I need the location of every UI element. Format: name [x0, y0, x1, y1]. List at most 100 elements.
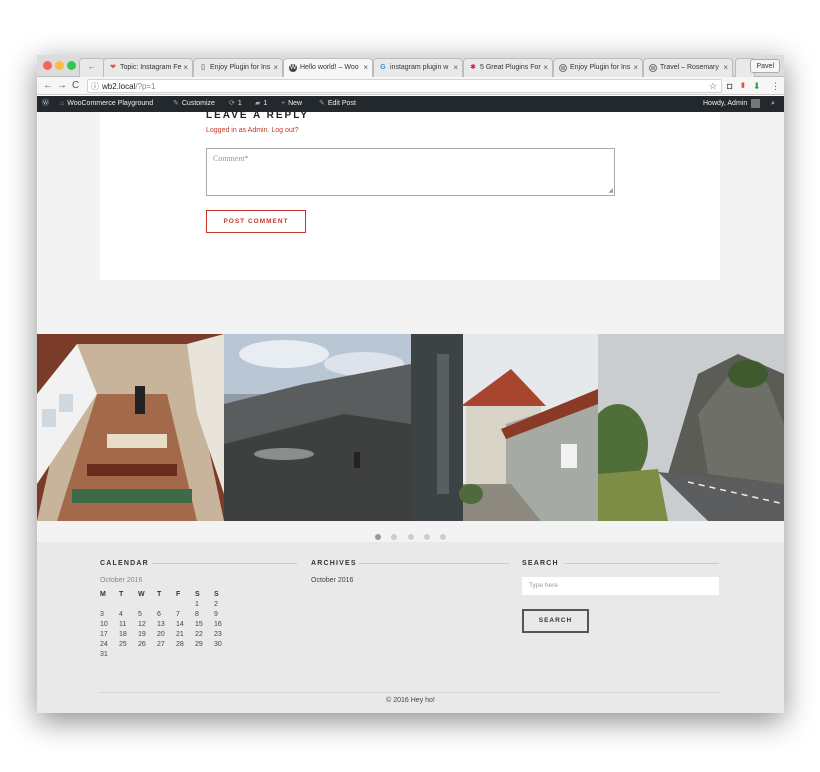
howdy-label: Howdy, Admin — [703, 100, 748, 107]
footer-divider — [100, 692, 720, 693]
tab-enjoy-plugin[interactable]: ▯ Enjoy Plugin for Ins × — [193, 58, 283, 77]
calendar-day: 23 — [214, 631, 222, 638]
tab-enjoy-plugin-2[interactable]: W Enjoy Plugin for Ins × — [553, 58, 643, 77]
gallery-photo[interactable] — [224, 334, 411, 521]
calendar-day: 29 — [195, 641, 203, 648]
weekday: S — [195, 591, 200, 598]
gallery-photo[interactable] — [598, 334, 784, 521]
calendar-day: 13 — [157, 621, 165, 628]
calendar-day: 2 — [214, 601, 218, 608]
comment-icon: ▰ — [255, 100, 261, 107]
calendar-day: 26 — [138, 641, 146, 648]
weekday: S — [214, 591, 219, 598]
resize-handle-icon[interactable]: ◢ — [608, 187, 613, 194]
tab-label: Topic: Instagram Fe — [120, 64, 182, 71]
gallery-dot[interactable] — [391, 534, 398, 540]
post-comment-button[interactable]: POST COMMENT — [206, 210, 306, 233]
edit-post-label: Edit Post — [327, 100, 356, 107]
calendar-day: 22 — [195, 631, 203, 638]
gallery-dot[interactable] — [374, 534, 381, 540]
download-icon[interactable]: ⬇ — [753, 79, 761, 93]
calendar-day — [119, 600, 138, 610]
minimize-window-button[interactable] — [55, 61, 64, 70]
close-tab-icon[interactable]: × — [363, 59, 368, 77]
customize-label: Customize — [181, 100, 215, 107]
gallery-photo[interactable] — [37, 334, 224, 521]
close-tab-icon[interactable]: × — [723, 59, 728, 77]
search-input[interactable]: Type here — [522, 577, 719, 595]
calendar-day: 21 — [176, 631, 184, 638]
tab-strip: ← ❤ Topic: Instagram Fe × ▯ Enjoy Plugin fo… — [37, 55, 784, 77]
updates-count: 1 — [237, 100, 242, 107]
tab-hello-world[interactable]: W Hello world! – Woo × — [283, 58, 373, 77]
gallery-dot[interactable] — [423, 534, 430, 540]
extension-icon[interactable]: ▮ — [741, 79, 745, 93]
close-tab-icon[interactable]: × — [273, 59, 278, 77]
back-icon[interactable]: ← — [43, 79, 53, 93]
calendar-day: 20 — [157, 631, 165, 638]
wordpress-logo-icon[interactable]: Ⓦ — [42, 96, 52, 112]
home-icon: ⌂ — [60, 100, 65, 107]
logged-in-text[interactable]: Logged in as Admin. Log out? — [206, 127, 299, 134]
heart-icon: ❤ — [110, 64, 116, 71]
archive-link-october-2016[interactable]: October 2016 — [311, 577, 353, 584]
calendar-day: 25 — [119, 641, 127, 648]
plus-icon: + — [281, 100, 286, 107]
admin-site-name: WooCommerce Playground — [67, 100, 154, 107]
calendar-day — [176, 650, 195, 660]
tab-great-plugins[interactable]: ✱ 5 Great Plugins For × — [463, 58, 553, 77]
gallery-dot[interactable] — [407, 534, 414, 540]
admin-account-link[interactable]: Howdy, Admin — [703, 96, 761, 112]
gallery-photo-hall — [37, 334, 224, 521]
comment-textarea[interactable]: Comment* ◢ — [206, 148, 615, 196]
search-button[interactable]: SEARCH — [522, 609, 589, 633]
tab-google-search[interactable]: Ginstagram plugin w × — [373, 58, 463, 77]
tab-label: Enjoy Plugin for Ins — [570, 64, 631, 71]
calendar-week: 12 — [100, 600, 233, 610]
calendar-day — [138, 650, 157, 660]
menu-icon[interactable]: ⋮ — [771, 79, 780, 93]
star-icon: ✱ — [470, 64, 476, 71]
close-tab-icon[interactable]: × — [183, 59, 188, 77]
url-path: /?p=1 — [135, 82, 156, 91]
calendar-day: 9 — [214, 611, 218, 618]
gallery-dot[interactable] — [440, 534, 447, 540]
admin-site-link[interactable]: ⌂ WooCommerce Playground — [60, 96, 153, 112]
calendar-day: 8 — [195, 611, 199, 618]
close-tab-icon[interactable]: × — [453, 59, 458, 77]
admin-edit-post-link[interactable]: ✎ Edit Post — [319, 96, 356, 112]
url-input[interactable]: ⓘ wb2.local/?p=1 — [87, 79, 722, 93]
calendar-day: 18 — [119, 631, 127, 638]
google-icon: G — [380, 64, 386, 71]
forward-icon[interactable]: → — [57, 79, 67, 93]
reply-title: LEAVE A REPLY — [206, 112, 310, 120]
admin-comments-link[interactable]: ▰ 1 — [255, 96, 267, 112]
admin-new-link[interactable]: + New — [281, 96, 302, 112]
admin-updates-link[interactable]: ⟳ 1 — [229, 96, 242, 112]
admin-customize-link[interactable]: ✎ Customize — [173, 96, 215, 112]
close-window-button[interactable] — [43, 61, 52, 70]
calendar-body: 1 2 3 4 5 6 7 8 9 10 11 12 13 14 15 16 17 18 19 20 21 22 23 24 2… — [100, 600, 233, 660]
profile-button[interactable]: Pavel — [750, 59, 780, 73]
calendar-day — [100, 600, 119, 610]
tab-back[interactable]: ← — [79, 58, 105, 77]
close-tab-icon[interactable]: × — [543, 59, 548, 77]
reload-icon[interactable]: C — [72, 79, 79, 93]
bookmark-star-icon[interactable]: ☆ — [709, 79, 717, 93]
pocket-icon[interactable]: ◘ — [727, 79, 732, 93]
calendar-day: 16 — [214, 621, 222, 628]
admin-search-icon[interactable]: ⌕ — [771, 96, 775, 112]
gallery-photo-houses — [411, 334, 598, 521]
calendar-day: 7 — [176, 611, 180, 618]
calendar-day — [195, 650, 214, 660]
page-icon: ▯ — [201, 64, 205, 71]
tab-travel-rosemary[interactable]: W Travel – Rosemary × — [643, 58, 733, 77]
close-tab-icon[interactable]: × — [633, 59, 638, 77]
archives-title: ARCHIVES — [311, 560, 357, 567]
calendar-table: M T W T F S S 1 2 3 4 5 6 7 8 9 10 11 12 13 14 15 16 17 1… — [100, 590, 233, 660]
calendar-day: 19 — [138, 631, 146, 638]
maximize-window-button[interactable] — [67, 61, 76, 70]
weekday: W — [138, 591, 145, 598]
tab-instagram-topic[interactable]: ❤ Topic: Instagram Fe × — [103, 58, 193, 77]
gallery-photo[interactable] — [411, 334, 598, 521]
